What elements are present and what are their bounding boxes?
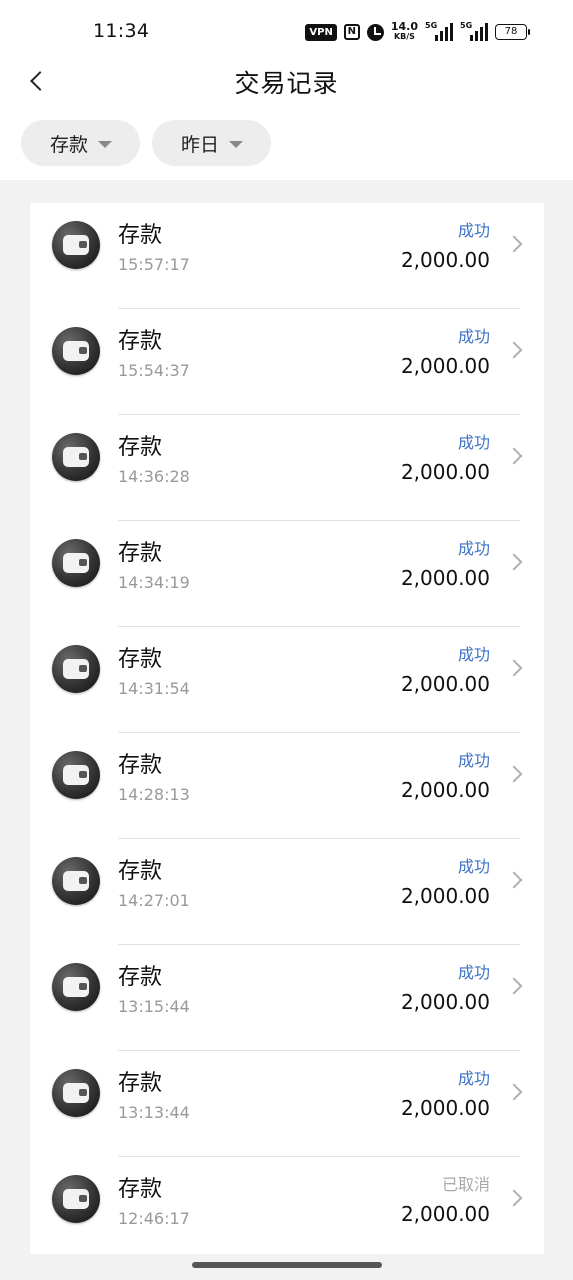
transaction-status: 成功 xyxy=(457,857,490,876)
chevron-right-icon xyxy=(505,553,523,571)
chevron-right-icon xyxy=(505,1083,523,1101)
transaction-row[interactable]: 存款 14:28:13 成功 2,000.00 xyxy=(30,733,544,839)
wallet-icon xyxy=(52,963,100,1011)
transaction-type: 存款 xyxy=(118,965,163,990)
transaction-row[interactable]: 存款 13:15:44 成功 2,000.00 xyxy=(30,945,544,1051)
wallet-icon xyxy=(52,327,100,375)
caret-down-icon xyxy=(229,140,244,148)
transaction-time: 15:57:17 xyxy=(118,255,190,274)
filter-type-label: 存款 xyxy=(50,133,89,156)
wallet-icon xyxy=(52,751,100,799)
status-icons: VPN N 14.0 KB/S 5G 5G 78 xyxy=(305,20,530,44)
transaction-row[interactable]: 存款 12:46:17 已取消 2,000.00 xyxy=(30,1157,544,1254)
transaction-amount: 2,000.00 xyxy=(400,884,490,908)
signal-icon-sim1: 5G xyxy=(425,21,453,41)
sim2-network-type: 5G xyxy=(460,21,473,30)
transaction-type: 存款 xyxy=(118,223,163,248)
wallet-icon xyxy=(52,221,100,269)
chevron-right-icon xyxy=(505,659,523,677)
transaction-row[interactable]: 存款 14:34:19 成功 2,000.00 xyxy=(30,521,544,627)
transaction-time: 15:54:37 xyxy=(118,361,190,380)
sim1-network-type: 5G xyxy=(425,21,438,30)
transaction-amount: 2,000.00 xyxy=(400,672,490,696)
page-header: 交易记录 xyxy=(0,62,573,102)
chevron-right-icon xyxy=(505,341,523,359)
transaction-status: 成功 xyxy=(457,327,490,346)
wallet-icon xyxy=(52,539,100,587)
transaction-row[interactable]: 存款 14:27:01 成功 2,000.00 xyxy=(30,839,544,945)
wallet-icon xyxy=(52,433,100,481)
transaction-status: 成功 xyxy=(457,221,490,240)
status-bar: 11:34 VPN N 14.0 KB/S 5G 5G 78 xyxy=(0,0,573,62)
transaction-row[interactable]: 存款 15:54:37 成功 2,000.00 xyxy=(30,309,544,415)
transaction-status: 成功 xyxy=(457,645,490,664)
transaction-type: 存款 xyxy=(118,329,163,354)
network-speed-unit: KB/S xyxy=(393,32,415,41)
transaction-type: 存款 xyxy=(118,435,163,460)
transaction-type: 存款 xyxy=(118,541,163,566)
transaction-status: 已取消 xyxy=(441,1175,490,1194)
transaction-type: 存款 xyxy=(118,647,163,672)
transaction-row[interactable]: 存款 15:57:17 成功 2,000.00 xyxy=(30,203,544,309)
signal-icon-sim2: 5G xyxy=(460,21,488,41)
transaction-status: 成功 xyxy=(457,963,490,982)
chevron-right-icon xyxy=(505,1189,523,1207)
chevron-right-icon xyxy=(505,235,523,253)
battery-icon: 78 xyxy=(495,24,530,40)
transaction-amount: 2,000.00 xyxy=(400,778,490,802)
transaction-time: 14:36:28 xyxy=(118,467,190,486)
transaction-time: 14:34:19 xyxy=(118,573,190,592)
filter-date-dropdown[interactable]: 昨日 xyxy=(152,120,272,166)
transaction-status: 成功 xyxy=(457,1069,490,1088)
transaction-amount: 2,000.00 xyxy=(400,1096,490,1120)
network-speed: 14.0 KB/S xyxy=(390,20,418,42)
transaction-time: 12:46:17 xyxy=(118,1209,190,1228)
transaction-amount: 2,000.00 xyxy=(400,1202,490,1226)
chevron-right-icon xyxy=(505,977,523,995)
transaction-list: 存款 15:57:17 成功 2,000.00 存款 15:54:37 成功 2,000.00… xyxy=(30,203,544,1254)
transaction-amount: 2,000.00 xyxy=(400,566,490,590)
status-time: 11:34 xyxy=(93,20,150,42)
transaction-status: 成功 xyxy=(457,433,490,452)
transaction-type: 存款 xyxy=(118,753,163,778)
filter-type-dropdown[interactable]: 存款 xyxy=(21,120,141,166)
wallet-icon xyxy=(52,1175,100,1223)
caret-down-icon xyxy=(98,140,113,148)
wallet-icon xyxy=(52,645,100,693)
transaction-status: 成功 xyxy=(457,539,490,558)
filter-date-label: 昨日 xyxy=(181,133,220,156)
chevron-right-icon xyxy=(505,871,523,889)
transaction-amount: 2,000.00 xyxy=(400,354,490,378)
transaction-type: 存款 xyxy=(118,1071,163,1096)
transaction-time: 14:31:54 xyxy=(118,679,190,698)
alarm-icon xyxy=(366,23,384,41)
chevron-right-icon xyxy=(505,765,523,783)
chevron-right-icon xyxy=(505,447,523,465)
transaction-time: 13:13:44 xyxy=(118,1103,190,1122)
transaction-row[interactable]: 存款 13:13:44 成功 2,000.00 xyxy=(30,1051,544,1157)
filter-bar: 存款 昨日 xyxy=(21,120,272,166)
network-speed-value: 14.0 xyxy=(390,20,418,33)
transaction-amount: 2,000.00 xyxy=(400,248,490,272)
nfc-icon: N xyxy=(343,24,360,40)
transaction-amount: 2,000.00 xyxy=(400,990,490,1014)
transaction-row[interactable]: 存款 14:31:54 成功 2,000.00 xyxy=(30,627,544,733)
top-area: 11:34 VPN N 14.0 KB/S 5G 5G 78 交易记录 存款 昨… xyxy=(0,0,573,180)
wallet-icon xyxy=(52,857,100,905)
transaction-type: 存款 xyxy=(118,859,163,884)
transaction-type: 存款 xyxy=(118,1177,163,1202)
page-title: 交易记录 xyxy=(234,69,339,98)
transaction-amount: 2,000.00 xyxy=(400,460,490,484)
transaction-status: 成功 xyxy=(457,751,490,770)
home-indicator[interactable] xyxy=(192,1262,382,1268)
transaction-time: 14:27:01 xyxy=(118,891,190,910)
transaction-time: 14:28:13 xyxy=(118,785,190,804)
wallet-icon xyxy=(52,1069,100,1117)
vpn-icon: VPN xyxy=(305,23,337,41)
transaction-row[interactable]: 存款 14:36:28 成功 2,000.00 xyxy=(30,415,544,521)
transaction-time: 13:15:44 xyxy=(118,997,190,1016)
